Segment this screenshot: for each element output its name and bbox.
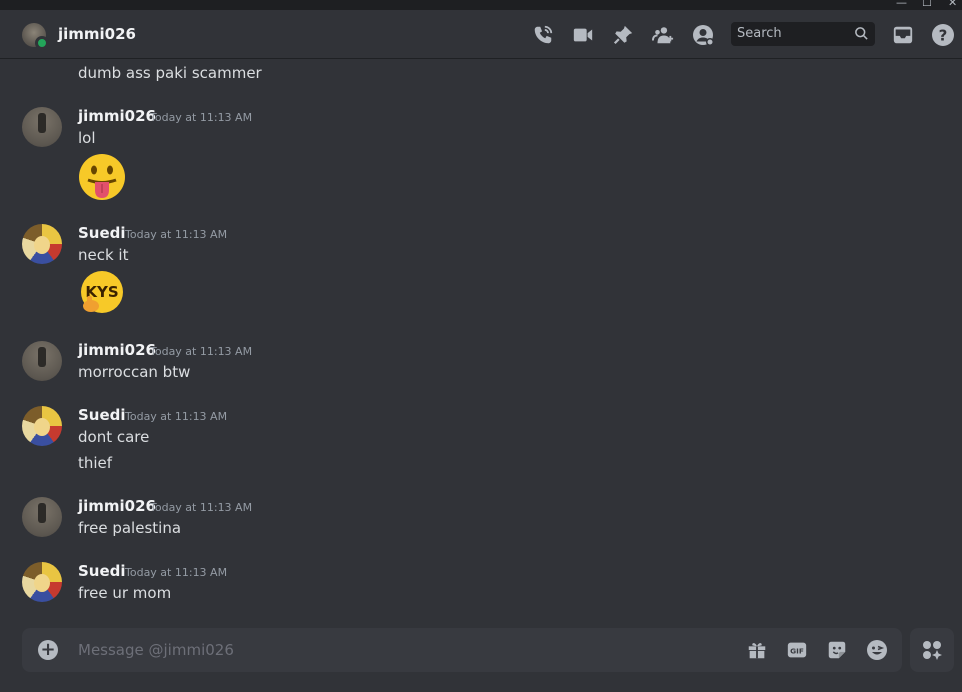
add-attachment-icon[interactable]: + [38,640,58,660]
message-text: thief [78,454,113,472]
avatar[interactable] [22,406,62,446]
help-icon[interactable]: ? [931,23,955,47]
inbox-icon[interactable] [891,23,915,47]
online-status-indicator [35,36,49,50]
dm-username[interactable]: jimmi026 [58,25,136,43]
message-input[interactable]: Message @jimmi026 [78,641,234,659]
minimize-button[interactable]: — [896,0,907,9]
avatar[interactable] [22,107,62,147]
message-text: neck it [78,246,129,264]
gif-icon[interactable]: GIF [785,638,809,662]
message-timestamp: Today at 11:13 AM [125,228,228,241]
close-window-button[interactable]: ✕ [948,0,957,9]
message-text: lol [78,129,96,147]
profile-icon[interactable] [691,23,715,47]
message-author[interactable]: Suedi [78,562,126,580]
message-timestamp: Today at 11:13 AM [150,111,253,124]
kys-sticker-icon: KYS [78,269,126,317]
window-titlebar: — ☐ ✕ [0,0,962,10]
avatar[interactable] [22,23,49,50]
search-icon [854,26,869,45]
avatar[interactable] [22,224,62,264]
message-author[interactable]: jimmi026 [78,107,156,125]
pin-icon[interactable] [611,23,635,47]
message-author[interactable]: Suedi [78,406,126,424]
sticker-icon[interactable] [825,638,849,662]
message-timestamp: Today at 11:13 AM [150,345,253,358]
avatar[interactable] [22,562,62,602]
message-text: morroccan btw [78,363,191,381]
message-text: free palestina [78,519,182,537]
apps-icon[interactable] [910,628,954,672]
tongue-face-emoji-icon [78,153,126,201]
emoji-icon[interactable] [865,638,889,662]
search-placeholder: Search [737,26,782,41]
avatar[interactable] [22,497,62,537]
dm-header: jimmi026 Search ? [0,10,962,58]
gif-label: GIF [790,647,804,656]
call-icon[interactable] [531,23,555,47]
message-author[interactable]: jimmi026 [78,341,156,359]
message-text: dumb ass paki scammer [78,64,262,82]
add-friend-icon[interactable] [651,23,675,47]
search-input[interactable]: Search [731,22,875,46]
message-author[interactable]: Suedi [78,224,126,242]
message-composer[interactable]: + Message @jimmi026 GIF [22,628,902,672]
message-timestamp: Today at 11:13 AM [125,410,228,423]
message-timestamp: Today at 11:13 AM [150,501,253,514]
video-icon[interactable] [571,23,595,47]
svg-text:?: ? [939,27,948,45]
message-list[interactable]: dumb ass paki scammer jimmi026 Today at … [0,58,962,623]
avatar[interactable] [22,341,62,381]
message-author[interactable]: jimmi026 [78,497,156,515]
gift-icon[interactable] [745,638,769,662]
message-text: free ur mom [78,584,172,602]
message-text: dont care [78,428,150,446]
message-timestamp: Today at 11:13 AM [125,566,228,579]
maximize-button[interactable]: ☐ [922,0,932,9]
